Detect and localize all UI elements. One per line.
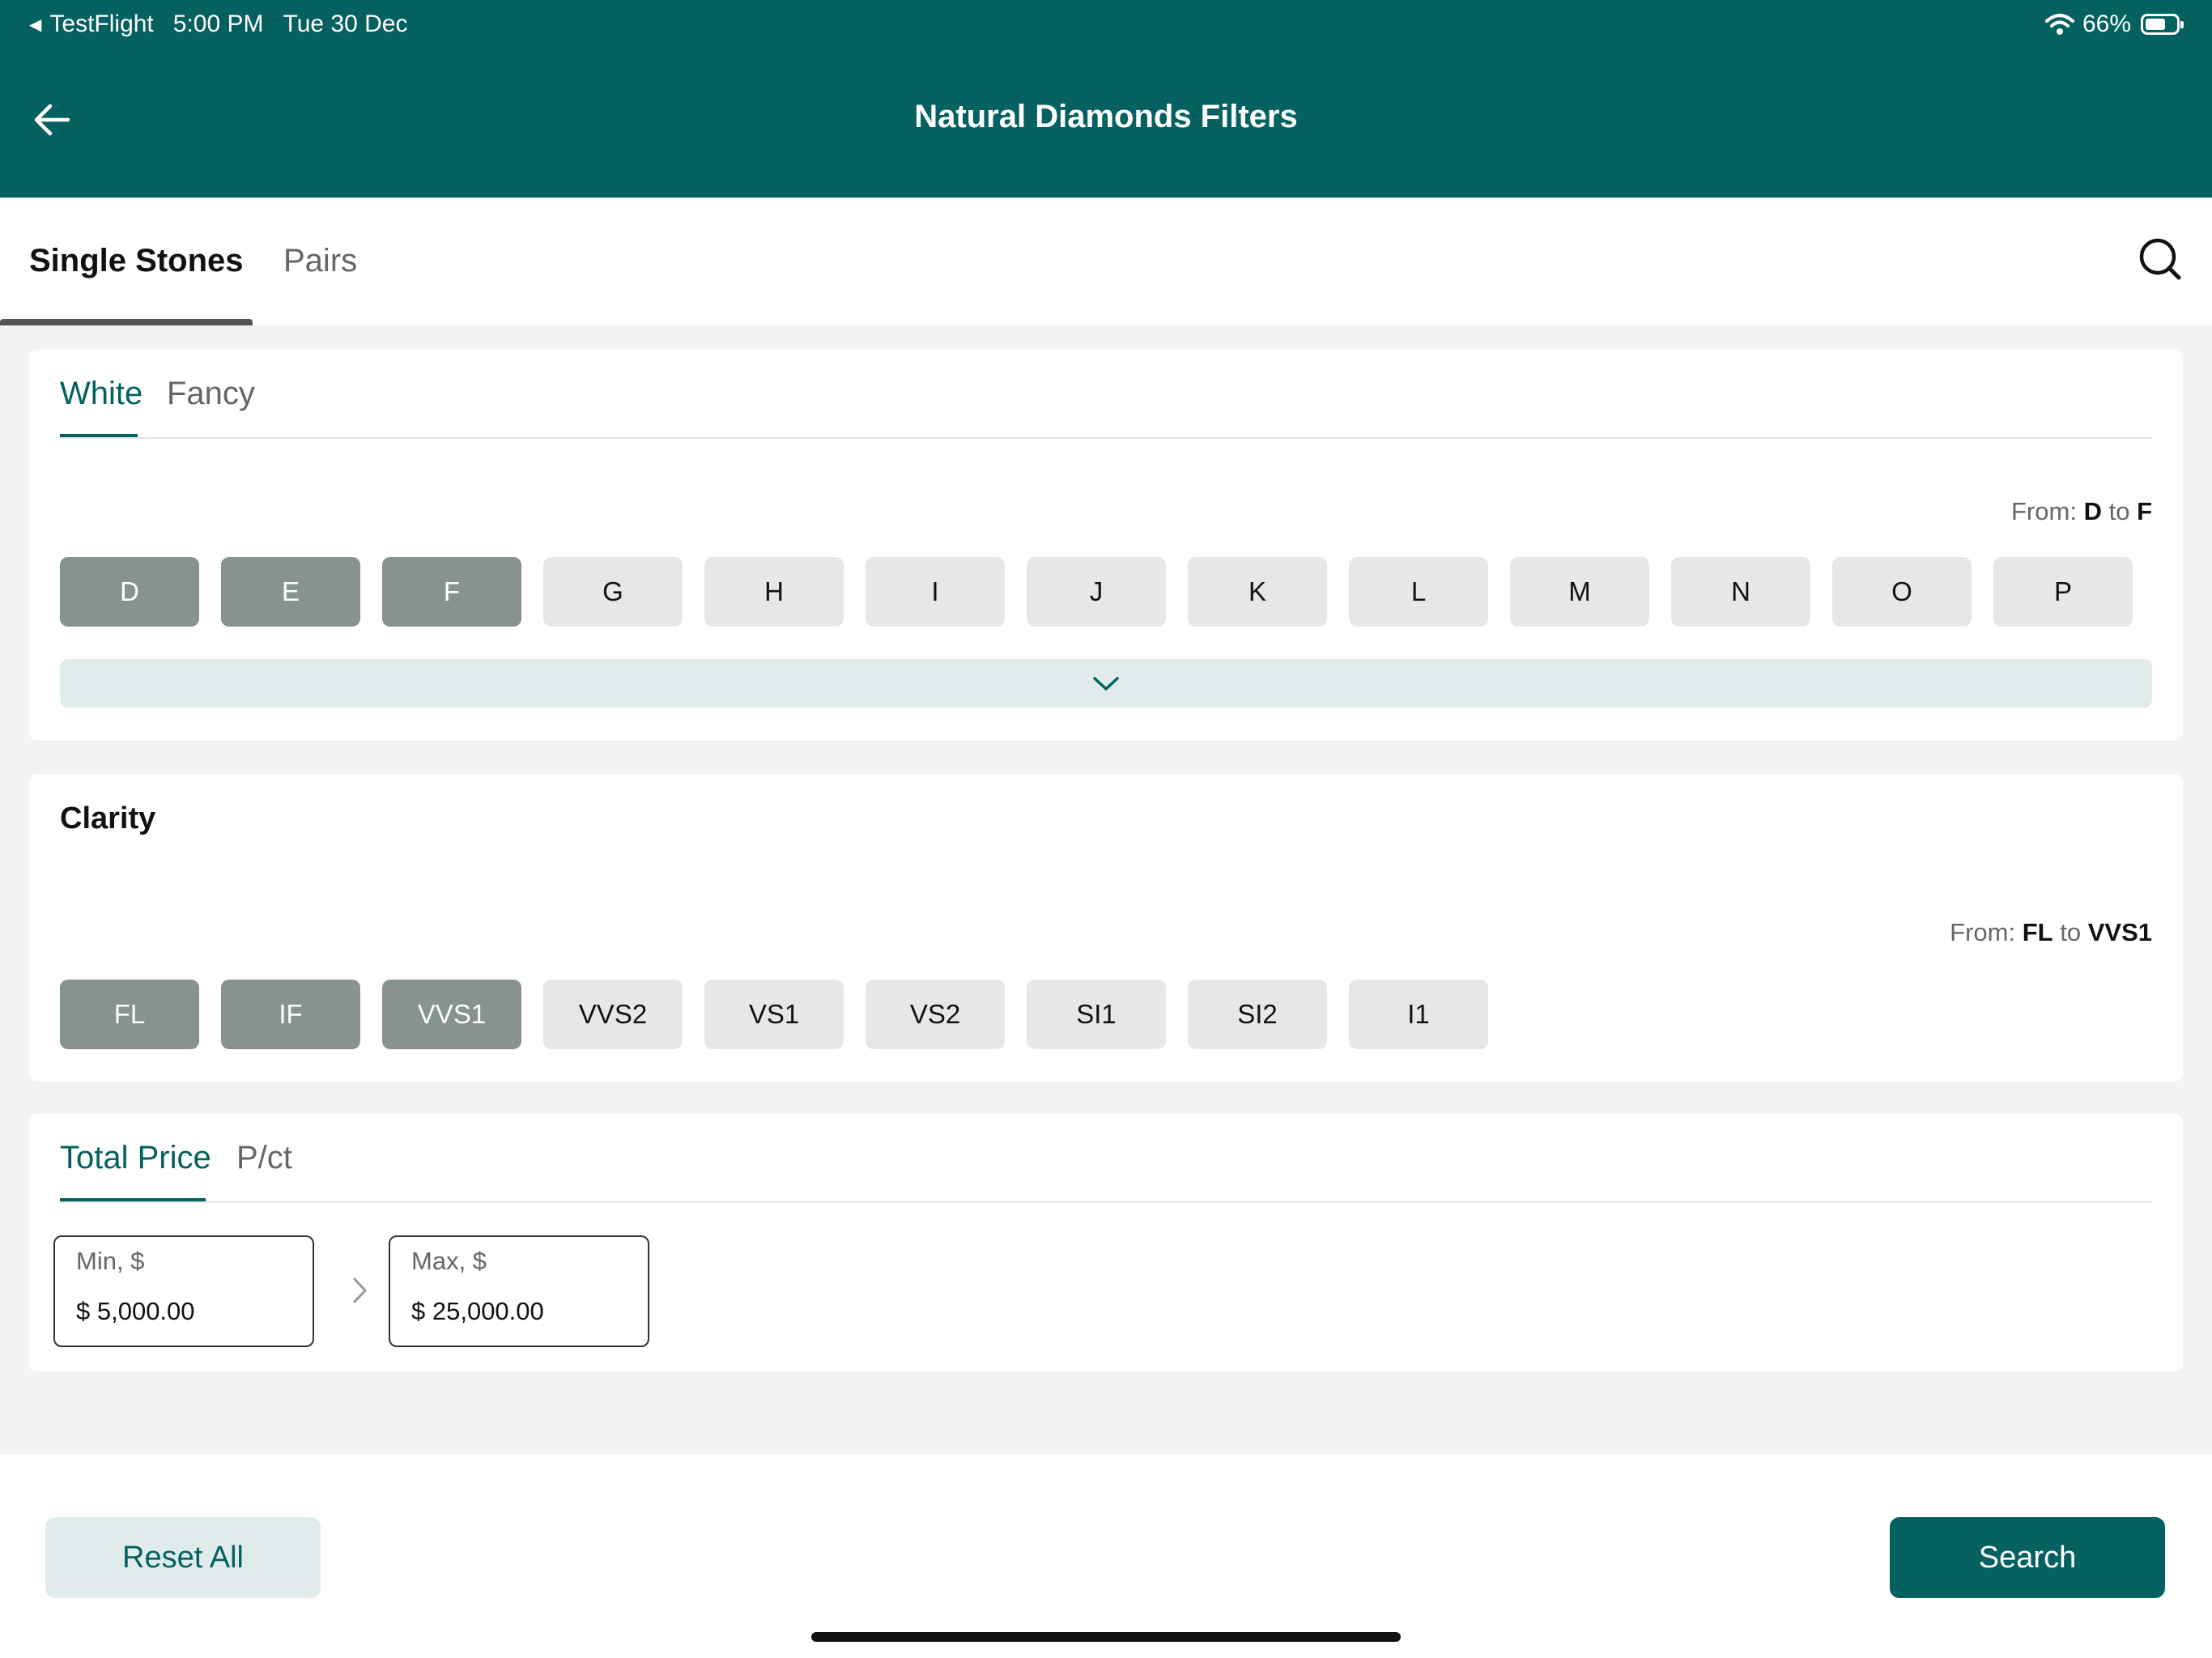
status-back-app[interactable]: TestFlight xyxy=(49,11,153,38)
clarity-grade-chip[interactable]: FL xyxy=(60,980,199,1049)
search-icon[interactable] xyxy=(2138,236,2183,282)
footer-actions: Reset All Search xyxy=(0,1454,2212,1658)
color-grade-chip[interactable]: M xyxy=(1510,557,1649,627)
battery-icon xyxy=(2141,14,2184,35)
price-filter-card: Total Price P/ct Min, $ $ 5,000.00 Max, … xyxy=(29,1114,2183,1371)
chevron-down-icon xyxy=(1093,677,1119,691)
color-grade-chip[interactable]: K xyxy=(1188,557,1327,627)
color-grade-chip[interactable]: N xyxy=(1671,557,1810,627)
tab-total-price[interactable]: Total Price xyxy=(60,1140,211,1176)
clarity-title: Clarity xyxy=(60,801,156,835)
clarity-grade-chip[interactable]: VS1 xyxy=(704,980,844,1049)
max-price-field[interactable]: Max, $ $ 25,000.00 xyxy=(389,1235,649,1347)
top-tab-bar: Single Stones Pairs xyxy=(0,198,2212,325)
range-to: F xyxy=(2137,497,2152,525)
color-type-tabs: White Fancy xyxy=(60,350,2152,439)
clarity-grade-chip[interactable]: SI2 xyxy=(1188,980,1327,1049)
range-prefix: From: xyxy=(2011,497,2077,525)
status-date: Tue 30 Dec xyxy=(283,11,408,37)
wifi-icon xyxy=(2044,14,2074,35)
color-tab-indicator xyxy=(60,434,138,437)
range-joiner: to xyxy=(2060,918,2082,946)
active-tab-indicator xyxy=(0,319,253,325)
clarity-grade-chip[interactable]: IF xyxy=(221,980,360,1049)
clarity-grade-chips: FL IF VVS1 VVS2 VS1 VS2 SI1 SI2 I1 xyxy=(60,980,1510,1049)
min-price-field[interactable]: Min, $ $ 5,000.00 xyxy=(53,1235,314,1347)
battery-percent: 66% xyxy=(2082,11,2131,37)
home-indicator xyxy=(811,1632,1401,1642)
tab-fancy[interactable]: Fancy xyxy=(167,376,255,412)
clarity-grade-chip[interactable]: VVS1 xyxy=(382,980,521,1049)
max-price-label: Max, $ xyxy=(411,1247,487,1275)
min-price-value[interactable]: $ 5,000.00 xyxy=(76,1297,195,1326)
range-to: VVS1 xyxy=(2087,918,2152,946)
status-bar-right: 66% xyxy=(2044,8,2184,40)
expand-colors-button[interactable] xyxy=(60,659,2152,708)
price-tab-indicator xyxy=(60,1198,206,1201)
tab-white[interactable]: White xyxy=(60,376,143,412)
color-grade-chip[interactable]: P xyxy=(1993,557,2133,627)
status-time: 5:00 PM xyxy=(172,11,264,37)
color-grade-chip[interactable]: O xyxy=(1832,557,1972,627)
color-filter-card: White Fancy From: D to F DEFGHIJKLMNOP xyxy=(29,350,2183,740)
color-range-text: From: D to F xyxy=(2011,497,2152,526)
clarity-grade-chip[interactable]: VS2 xyxy=(866,980,1005,1049)
color-grade-chip[interactable]: H xyxy=(704,557,844,627)
search-button[interactable]: Search xyxy=(1890,1517,2165,1598)
tab-price-per-carat[interactable]: P/ct xyxy=(236,1140,292,1176)
min-price-label: Min, $ xyxy=(76,1247,145,1275)
color-grade-chip[interactable]: F xyxy=(382,557,521,627)
clarity-filter-card: Clarity From: FL to VVS1 FL IF VVS1 VVS2 VS1… xyxy=(29,774,2183,1082)
range-prefix: From: xyxy=(1950,918,2016,946)
clarity-grade-chip[interactable]: I1 xyxy=(1349,980,1488,1049)
color-grade-chip[interactable]: J xyxy=(1027,557,1166,627)
page-title: Natural Diamonds Filters xyxy=(914,99,1298,134)
color-grade-chip[interactable]: L xyxy=(1349,557,1488,627)
price-type-tabs: Total Price P/ct xyxy=(60,1114,2152,1203)
color-grade-chips: DEFGHIJKLMNOP xyxy=(60,557,2155,627)
reset-all-button[interactable]: Reset All xyxy=(45,1517,321,1598)
clarity-range-text: From: FL to VVS1 xyxy=(1950,918,2152,947)
chevron-right-icon xyxy=(353,1278,367,1303)
range-from: D xyxy=(2083,497,2102,525)
range-from: FL xyxy=(2022,918,2053,946)
color-grade-chip[interactable]: I xyxy=(866,557,1005,627)
max-price-value[interactable]: $ 25,000.00 xyxy=(411,1297,544,1326)
tab-pairs[interactable]: Pairs xyxy=(283,243,357,279)
tab-single-stones[interactable]: Single Stones xyxy=(29,243,244,279)
color-grade-chip[interactable]: G xyxy=(543,557,683,627)
status-bar-left: ◀ TestFlight 5:00 PM Tue 30 Dec xyxy=(29,8,408,40)
clarity-grade-chip[interactable]: VVS2 xyxy=(543,980,683,1049)
color-grade-chip[interactable]: E xyxy=(221,557,360,627)
color-grade-chip[interactable]: D xyxy=(60,557,199,627)
range-joiner: to xyxy=(2108,497,2130,525)
app-header: ◀ TestFlight 5:00 PM Tue 30 Dec 66% Natu… xyxy=(0,0,2212,198)
back-to-app-icon[interactable]: ◀ xyxy=(29,15,41,35)
clarity-grade-chip[interactable]: SI1 xyxy=(1027,980,1166,1049)
